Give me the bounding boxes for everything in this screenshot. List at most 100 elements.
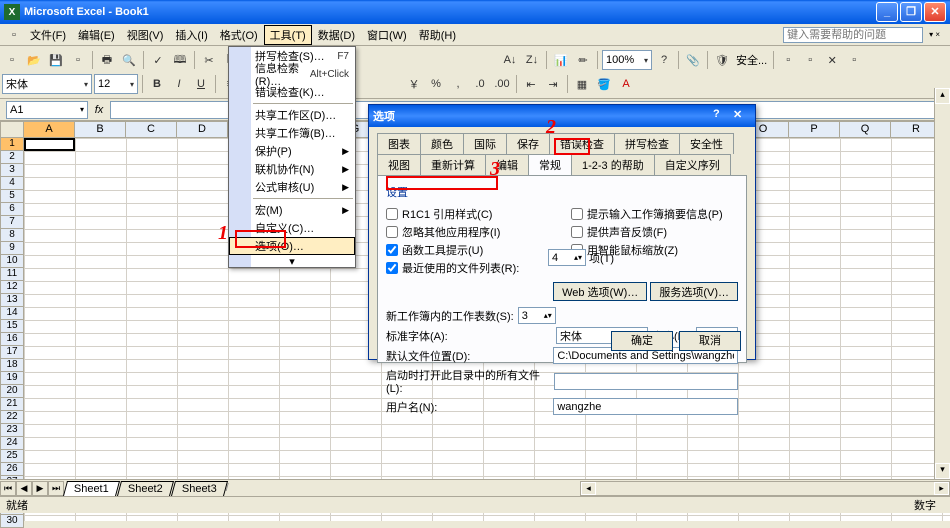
help-dropdown[interactable]: ▾ × — [923, 28, 946, 41]
comma-icon[interactable]: , — [448, 74, 468, 94]
scroll-left-icon[interactable]: ◂ — [581, 482, 596, 495]
row-header[interactable]: 26 — [0, 463, 24, 476]
scroll-right-icon[interactable]: ▸ — [934, 482, 949, 495]
row-header[interactable]: 3 — [0, 164, 24, 177]
dialog-tab[interactable]: 错误检查 — [549, 133, 615, 154]
row-header[interactable]: 6 — [0, 203, 24, 216]
security-label[interactable]: 安全... — [734, 52, 769, 68]
cancel-button[interactable]: 取消 — [679, 331, 741, 351]
fx-button[interactable]: fx — [88, 104, 110, 116]
permission-icon[interactable]: ▫ — [68, 50, 88, 70]
sort-asc-icon[interactable]: A↓ — [500, 50, 520, 70]
row-header[interactable]: 16 — [0, 333, 24, 346]
checkbox[interactable] — [386, 226, 398, 238]
menu-edit[interactable]: 编辑(E) — [72, 25, 121, 45]
row-header[interactable]: 24 — [0, 437, 24, 450]
dialog-tab[interactable]: 国际 — [463, 133, 507, 154]
menu-window[interactable]: 窗口(W) — [361, 25, 413, 45]
sheet-tab[interactable]: Sheet3 — [171, 481, 228, 496]
attach-icon[interactable]: 📎 — [683, 50, 703, 70]
row-header[interactable]: 17 — [0, 346, 24, 359]
ok-button[interactable]: 确定 — [611, 331, 673, 351]
sheet-nav-button[interactable]: ⏮ — [0, 481, 16, 496]
research-icon[interactable]: 🕮 — [170, 50, 190, 70]
security-icon[interactable]: 🛡 — [712, 50, 732, 70]
select-all-corner[interactable] — [0, 121, 24, 138]
row-header[interactable]: 9 — [0, 242, 24, 255]
row-header[interactable]: 4 — [0, 177, 24, 190]
row-header[interactable]: 25 — [0, 450, 24, 463]
new-icon[interactable]: ▫ — [2, 50, 22, 70]
cut-icon[interactable]: ✂ — [199, 50, 219, 70]
checkbox[interactable] — [571, 208, 583, 220]
menu-view[interactable]: 视图(V) — [121, 25, 170, 45]
inc-indent-icon[interactable]: ⇥ — [543, 74, 563, 94]
menu-tools[interactable]: 工具(T) — [264, 25, 312, 45]
chart-icon[interactable]: 📊 — [551, 50, 571, 70]
menu-item[interactable]: 选项(O)… — [229, 237, 355, 255]
font-color-icon[interactable]: A — [616, 74, 636, 94]
italic-icon[interactable]: I — [169, 74, 189, 94]
checkbox[interactable] — [386, 244, 398, 256]
vertical-scrollbar[interactable]: ▴ ▾ — [934, 88, 950, 479]
menu-item[interactable]: 共享工作区(D)… — [229, 106, 355, 124]
row-header[interactable]: 11 — [0, 268, 24, 281]
sheet-nav-button[interactable]: ⏭ — [48, 481, 64, 496]
tool-icon-3[interactable]: ✕ — [822, 50, 842, 70]
row-header[interactable]: 2 — [0, 151, 24, 164]
menu-item[interactable]: 宏(M)▶ — [229, 201, 355, 219]
column-header[interactable]: A — [24, 121, 75, 138]
menu-item[interactable]: 信息检索(R)…Alt+Click — [229, 65, 355, 83]
print-icon[interactable]: 🖶 — [97, 50, 117, 70]
row-header[interactable]: 5 — [0, 190, 24, 203]
sheet-nav-button[interactable]: ▶ — [32, 481, 48, 496]
tool-icon-2[interactable]: ▫ — [800, 50, 820, 70]
menu-item[interactable]: 错误检查(K)… — [229, 83, 355, 101]
fontsize-combo[interactable]: 12▾ — [94, 74, 138, 94]
name-box[interactable]: A1▾ — [6, 101, 88, 119]
dialog-tab[interactable]: 自定义序列 — [654, 154, 731, 175]
help-icon[interactable]: ? — [654, 50, 674, 70]
tool-icon-4[interactable]: ▫ — [844, 50, 864, 70]
menu-format[interactable]: 格式(O) — [214, 25, 264, 45]
preview-icon[interactable]: 🔍 — [119, 50, 139, 70]
menu-item[interactable]: 自定义(C)… — [229, 219, 355, 237]
row-header[interactable]: 12 — [0, 281, 24, 294]
maximize-button[interactable]: ❐ — [900, 2, 922, 22]
help-search-input[interactable] — [783, 27, 923, 43]
row-header[interactable]: 13 — [0, 294, 24, 307]
column-header[interactable]: P — [789, 121, 840, 138]
currency-icon[interactable]: ￥ — [404, 74, 424, 94]
column-header[interactable]: C — [126, 121, 177, 138]
dialog-tab[interactable]: 1-2-3 的帮助 — [571, 154, 655, 175]
sheet-tab[interactable]: Sheet1 — [63, 481, 120, 496]
row-header[interactable]: 7 — [0, 216, 24, 229]
menu-item[interactable]: 联机协作(N)▶ — [229, 160, 355, 178]
recent-files-spinner[interactable]: 4▴▾ — [548, 249, 586, 266]
expand-menu-icon[interactable]: ▾ — [229, 255, 355, 267]
zoom-combo[interactable]: 100%▾ — [602, 50, 652, 70]
active-cell[interactable] — [24, 138, 75, 151]
startup-folder-input[interactable] — [554, 373, 738, 390]
dialog-tab[interactable]: 视图 — [377, 154, 421, 175]
row-header[interactable]: 1 — [0, 138, 24, 151]
border-icon[interactable]: ▦ — [572, 74, 592, 94]
open-icon[interactable]: 📂 — [24, 50, 44, 70]
dialog-close-button[interactable]: ✕ — [733, 108, 751, 124]
column-header[interactable]: D — [177, 121, 228, 138]
dialog-tab[interactable]: 重新计算 — [420, 154, 486, 175]
service-options-button[interactable]: 服务选项(V)… — [650, 282, 738, 301]
fill-color-icon[interactable]: 🪣 — [594, 74, 614, 94]
row-header[interactable]: 19 — [0, 372, 24, 385]
bold-icon[interactable]: B — [147, 74, 167, 94]
close-button[interactable]: ✕ — [924, 2, 946, 22]
column-header[interactable]: Q — [840, 121, 891, 138]
menu-help[interactable]: 帮助(H) — [413, 25, 462, 45]
menu-insert[interactable]: 插入(I) — [169, 25, 213, 45]
row-header[interactable]: 15 — [0, 320, 24, 333]
checkbox[interactable] — [571, 226, 583, 238]
dialog-tab[interactable]: 拼写检查 — [614, 133, 680, 154]
dialog-tab[interactable]: 颜色 — [420, 133, 464, 154]
sheet-nav-button[interactable]: ◀ — [16, 481, 32, 496]
drawing-icon[interactable]: ✏ — [573, 50, 593, 70]
